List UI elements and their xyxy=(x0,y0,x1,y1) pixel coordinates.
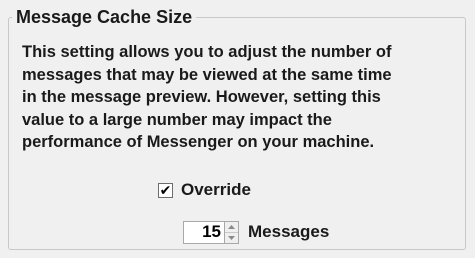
description-line: messages that may be viewed at the same … xyxy=(22,65,392,84)
messages-unit-label: Messages xyxy=(248,222,330,241)
cache-size-input[interactable] xyxy=(183,220,225,244)
override-option[interactable]: ✔ Override xyxy=(158,180,251,200)
override-checkbox[interactable]: ✔ xyxy=(158,181,173,198)
groupbox-title: Message Cache Size xyxy=(12,5,197,29)
override-label[interactable]: Override xyxy=(181,180,251,200)
description-line: in the message preview. However, setting… xyxy=(22,88,381,106)
spin-buttons xyxy=(225,220,239,244)
description-line: value to a large number may impact the xyxy=(22,110,332,129)
message-cache-settings-panel: Message Cache Size This setting allows y… xyxy=(0,0,475,258)
description-text: This setting allows you to adjust the nu… xyxy=(22,41,462,154)
spin-down-button[interactable] xyxy=(225,231,238,243)
spin-up-button[interactable] xyxy=(225,222,238,232)
chevron-down-icon xyxy=(228,235,235,240)
chevron-up-icon xyxy=(228,224,235,229)
description-line: This setting allows you to adjust the nu… xyxy=(22,43,392,61)
description-line: performance of Messenger on your machine… xyxy=(22,133,375,151)
checkmark-icon: ✔ xyxy=(159,181,172,198)
cache-size-spinner: Messages xyxy=(183,220,329,244)
